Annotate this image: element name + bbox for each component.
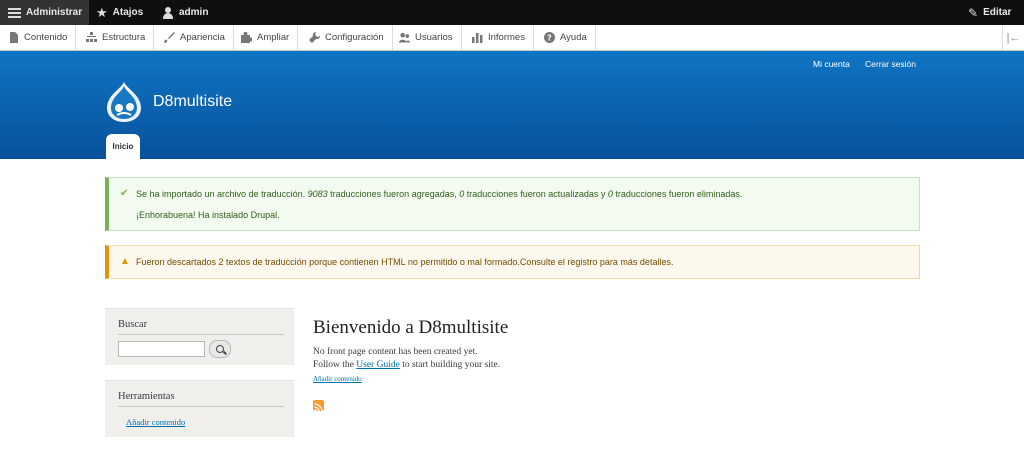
svg-text:?: ? — [547, 34, 552, 43]
pencil-icon: ✎ — [968, 5, 979, 20]
user-icon — [162, 6, 174, 19]
hamburger-icon — [8, 7, 21, 18]
admin-toolbar: Administrar ★ Atajos admin ✎ Editar — [0, 0, 1024, 25]
warning-icon: ▲ — [120, 256, 130, 267]
user-guide-link[interactable]: User Guide — [356, 360, 400, 370]
toolbar-atajos[interactable]: ★ Atajos — [96, 0, 143, 25]
tools-block-title: Herramientas — [118, 391, 284, 407]
page-title: Bienvenido a D8multisite — [313, 317, 509, 338]
no-content-text: No front page content has been created y… — [313, 347, 478, 357]
help-icon: ? — [544, 32, 555, 43]
search-icon — [216, 345, 224, 353]
status-text: traducciones fueron agregadas, — [327, 189, 460, 199]
search-block-title: Buscar — [118, 319, 284, 335]
paintbrush-icon — [164, 32, 175, 43]
search-button[interactable] — [209, 340, 231, 358]
add-content-link[interactable]: Añadir contenido — [313, 375, 362, 383]
tray-item-ayuda[interactable]: ? Ayuda — [536, 25, 596, 50]
tray-label: Ampliar — [257, 32, 290, 43]
warning-text: Fueron descartados 2 textos de traducció… — [136, 257, 674, 267]
cerrar-sesion-link[interactable]: Cerrar sesión — [865, 59, 916, 69]
tray-label: Configuración — [325, 32, 384, 43]
tab-inicio[interactable]: Inicio — [106, 134, 140, 159]
toolbar-administrar-label: Administrar — [26, 7, 83, 18]
tray-label: Apariencia — [180, 32, 225, 43]
tray-item-contenido[interactable]: Contenido — [0, 25, 77, 50]
guide-text: to start building your site. — [399, 360, 501, 370]
user-guide-text: Follow the User Guide to start building … — [313, 360, 500, 370]
status-text: traducciones fueron actualizadas y — [464, 189, 608, 199]
check-icon: ✔ — [120, 188, 129, 199]
tools-add-content-link[interactable]: Añadir contenido — [126, 417, 185, 427]
status-line-congrats: ¡Enhorabuena! Ha instalado Drupal. — [136, 210, 280, 220]
status-text: traducciones fueron eliminadas. — [612, 189, 743, 199]
orientation-icon: |← — [1006, 31, 1021, 44]
wrench-icon — [309, 32, 320, 43]
search-block: Buscar — [105, 308, 294, 365]
tray-label: Estructura — [102, 32, 146, 43]
tray-item-configuracion[interactable]: Configuración — [301, 25, 393, 50]
toolbar-user[interactable]: admin — [162, 0, 208, 25]
guide-text: Follow the — [313, 360, 357, 370]
search-input[interactable] — [118, 341, 205, 357]
tray-item-ampliar[interactable]: Ampliar — [233, 25, 299, 50]
puzzle-icon — [241, 32, 252, 43]
tray-item-usuarios[interactable]: Usuarios — [391, 25, 462, 50]
tray-label: Contenido — [24, 32, 68, 43]
tray-orientation-toggle[interactable]: |← — [1002, 25, 1024, 50]
star-icon: ★ — [96, 4, 108, 20]
tray-item-informes[interactable]: Informes — [464, 25, 534, 50]
status-line-import: Se ha importado un archivo de traducción… — [136, 189, 742, 199]
people-icon — [399, 32, 410, 43]
drupal-logo-icon[interactable] — [105, 81, 143, 123]
status-text: Se ha importado un archivo de traducción… — [136, 189, 308, 199]
tray-label: Ayuda — [560, 32, 587, 43]
admin-tray: Contenido Estructura Apariencia Ampliar … — [0, 25, 1024, 51]
structure-icon — [86, 32, 97, 43]
site-name[interactable]: D8multisite — [153, 93, 232, 111]
tools-block: Herramientas Añadir contenido — [105, 380, 294, 437]
tray-item-estructura[interactable]: Estructura — [78, 25, 155, 50]
file-icon — [8, 32, 19, 43]
toolbar-atajos-label: Atajos — [112, 7, 144, 18]
toolbar-user-label: admin — [179, 7, 209, 18]
toolbar-editar[interactable]: ✎ Editar — [968, 0, 1011, 25]
rss-feed-icon[interactable] — [313, 400, 324, 411]
count-added: 9083 — [307, 189, 328, 199]
warning-message: ▲ Fueron descartados 2 textos de traducc… — [105, 245, 920, 279]
toolbar-editar-label: Editar — [983, 7, 1012, 18]
tray-label: Informes — [488, 32, 525, 43]
toolbar-administrar[interactable]: Administrar — [0, 0, 89, 25]
tray-item-apariencia[interactable]: Apariencia — [156, 25, 234, 50]
tray-label: Usuarios — [415, 32, 453, 43]
mi-cuenta-link[interactable]: Mi cuenta — [813, 59, 850, 69]
status-message: ✔ Se ha importado un archivo de traducci… — [105, 177, 920, 231]
bar-chart-icon — [472, 32, 483, 43]
